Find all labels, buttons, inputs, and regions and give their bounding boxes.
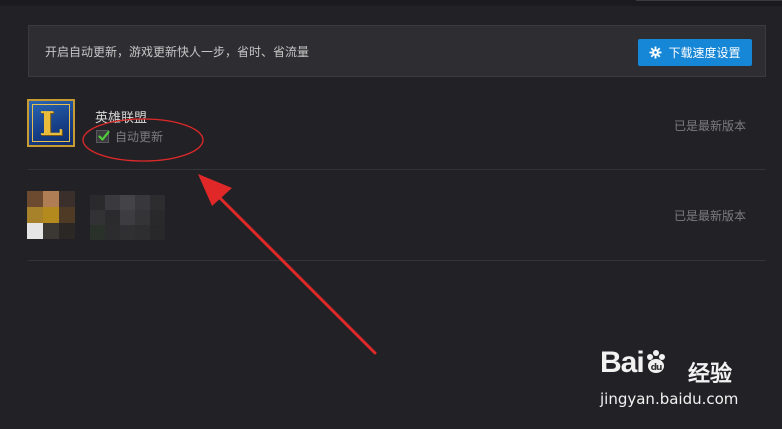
game-name: 英雄联盟 [95,111,148,126]
svg-text:du: du [650,363,661,373]
obscured-game-icon [27,191,75,239]
version-status: 已是最新版本 [673,209,746,223]
auto-update-banner: 开启自动更新，游戏更新快人一步，省时、省流量 下载速度设置 [28,25,766,77]
game-row-league-of-legends[interactable]: L 英雄联盟 自动更新 已是最新版本 [26,80,766,170]
download-speed-settings-button[interactable]: 下载速度设置 [638,39,752,66]
league-of-legends-icon-letter: L [39,104,63,143]
row-divider [28,260,766,261]
top-divider [636,0,782,1]
baidu-logo: Bai du [600,346,670,380]
auto-update-label: 自动更新 [115,130,164,144]
auto-update-checkbox[interactable] [96,130,110,143]
checkmark-icon [98,130,110,141]
version-status: 已是最新版本 [673,119,746,133]
baidu-jingyan-watermark: Bai du 经验 jingyan.baidu.com [598,346,748,416]
jingyan-label: 经验 [688,362,733,387]
game-row-obscured[interactable]: 已是最新版本 [26,170,766,260]
obscured-game-name [90,195,165,240]
download-speed-settings-label: 下载速度设置 [668,46,741,60]
gear-icon [649,46,662,59]
league-of-legends-icon: L [27,99,75,147]
auto-update-banner-message: 开启自动更新，游戏更新快人一步，省时、省流量 [45,45,310,59]
paw-icon: du [646,350,665,373]
auto-update-option[interactable]: 自动更新 [96,128,163,145]
watermark-url: jingyan.baidu.com [600,390,739,408]
